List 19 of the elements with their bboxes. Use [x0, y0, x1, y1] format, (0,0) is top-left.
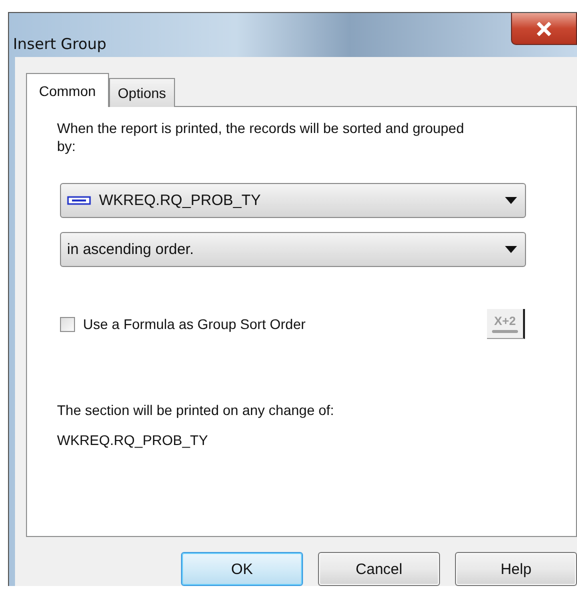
section-note-value: WKREQ.RQ_PROB_TY: [57, 431, 209, 449]
section-note-label: The section will be printed on any change of:: [57, 401, 336, 419]
sort-order-dropdown[interactable]: in ascending order.: [60, 232, 526, 267]
checkbox-label: Use a Formula as Group Sort Order: [83, 315, 307, 333]
group-field-dropdown[interactable]: WKREQ.RQ_PROB_TY: [60, 183, 526, 218]
tab[interactable]: Common: [26, 73, 109, 107]
checkbox[interactable]: [60, 316, 75, 332]
dialog-button[interactable]: Cancel: [318, 552, 440, 586]
description-text: When the report is printed, the records will be sorted and grouped by:: [57, 119, 466, 155]
underline-bar-icon: [492, 328, 518, 334]
dialog-button[interactable]: Help: [455, 552, 577, 586]
close-button[interactable]: [511, 13, 577, 45]
close-icon: [536, 22, 552, 36]
window-title: Insert Group: [13, 35, 106, 53]
tab[interactable]: Options: [108, 78, 176, 107]
caret-icon: [505, 246, 517, 253]
caret-icon: [505, 197, 517, 204]
field-icon: [67, 196, 91, 205]
dialog-button[interactable]: OK: [181, 552, 303, 586]
